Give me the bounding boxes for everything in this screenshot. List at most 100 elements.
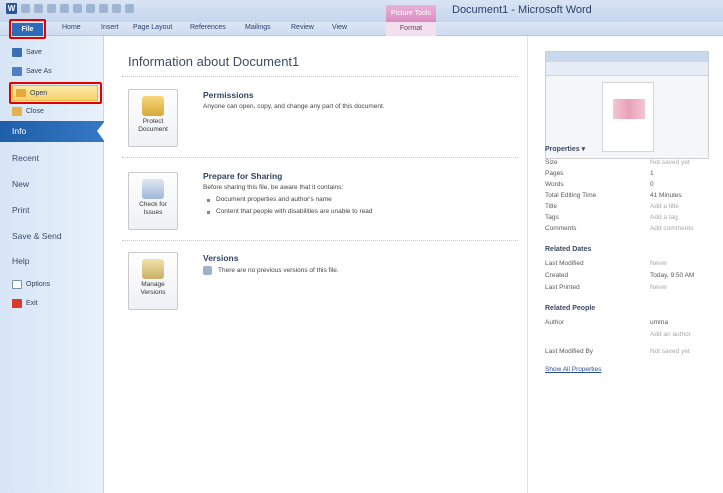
exit-icon xyxy=(12,299,22,308)
sidebar-item-new[interactable]: New xyxy=(12,179,29,189)
related-people-heading: Related People xyxy=(545,305,596,312)
permissions-heading: Permissions xyxy=(203,90,254,100)
undo-icon[interactable] xyxy=(34,4,43,13)
tab-home[interactable]: Home xyxy=(62,24,81,31)
sidebar-item-open[interactable]: Open xyxy=(12,85,98,101)
sidebar-item-info[interactable]: Info xyxy=(0,121,105,142)
sidebar-item-save-send[interactable]: Save & Send xyxy=(12,231,62,241)
tags-field[interactable]: Add a tag xyxy=(650,214,678,221)
thumbnail-picture xyxy=(613,99,645,119)
list-item: Document properties and author's name xyxy=(207,196,332,203)
author-value[interactable]: umma xyxy=(650,319,668,326)
sidebar-item-label: Exit xyxy=(26,300,38,307)
date-value: Today, 9:50 AM xyxy=(650,272,695,279)
bullet-icon xyxy=(207,211,210,214)
thumbnail-titlebar xyxy=(546,52,708,62)
thumbnail-ribbon xyxy=(546,62,708,76)
author-label: Author xyxy=(545,319,565,326)
last-modified-by-value: Not saved yet xyxy=(650,348,690,355)
chevron-down-icon: ▾ xyxy=(581,146,586,153)
tab-file[interactable]: File xyxy=(12,23,43,36)
sharing-heading: Prepare for Sharing xyxy=(203,171,283,181)
date-label: Last Printed xyxy=(545,284,580,291)
word-logo-icon[interactable]: W xyxy=(6,3,17,14)
tab-review[interactable]: Review xyxy=(291,24,314,31)
date-label: Last Modified xyxy=(545,260,584,267)
picture-icon[interactable] xyxy=(112,4,121,13)
sidebar-item-label: Save As xyxy=(26,68,52,75)
sidebar-item-save[interactable]: Save xyxy=(12,48,42,57)
quick-access-toolbar: W xyxy=(6,3,134,14)
versions-text: There are no previous versions of this f… xyxy=(218,267,339,274)
manage-versions-label: Manage Versions xyxy=(140,281,166,296)
sidebar-item-save-as[interactable]: Save As xyxy=(12,67,52,76)
property-label: Comments xyxy=(545,225,577,232)
versions-icon xyxy=(142,259,164,279)
list-item-text: Document properties and author's name xyxy=(216,196,332,203)
comments-field[interactable]: Add comments xyxy=(650,225,693,232)
divider xyxy=(122,157,518,158)
table-icon[interactable] xyxy=(86,4,95,13)
bullet-icon xyxy=(207,199,210,202)
date-value: Never xyxy=(650,284,668,291)
no-versions-icon xyxy=(203,266,212,275)
related-dates-heading: Related Dates xyxy=(545,246,592,253)
sidebar-item-label: Options xyxy=(26,281,51,288)
folder-open-icon xyxy=(16,89,26,97)
save-as-icon xyxy=(12,67,22,76)
new-document-icon[interactable] xyxy=(60,4,69,13)
sidebar-item-exit[interactable]: Exit xyxy=(12,299,38,308)
properties-heading-text: Properties xyxy=(545,146,580,153)
sidebar-item-recent[interactable]: Recent xyxy=(12,153,39,163)
check-for-issues-button[interactable]: Check for Issues xyxy=(128,172,178,230)
picture-tools-group: Picture Tools xyxy=(386,5,436,22)
tab-view[interactable]: View xyxy=(332,24,347,31)
lock-key-icon xyxy=(142,96,164,116)
sidebar-item-label: Save xyxy=(26,49,42,56)
page-title: Information about Document1 xyxy=(128,54,300,69)
tab-page-layout[interactable]: Page Layout xyxy=(133,24,172,31)
permissions-text: Anyone can open, copy, and change any pa… xyxy=(203,103,385,110)
document-thumbnail[interactable] xyxy=(545,51,709,159)
sidebar-item-print[interactable]: Print xyxy=(12,205,29,215)
tab-insert[interactable]: Insert xyxy=(101,24,119,31)
font-icon[interactable] xyxy=(99,4,108,13)
options-icon xyxy=(12,280,22,289)
sidebar-item-options[interactable]: Options xyxy=(12,280,50,289)
tab-format[interactable]: Format xyxy=(386,22,436,36)
print-icon[interactable] xyxy=(73,4,82,13)
property-label: Tags xyxy=(545,214,559,221)
show-all-properties-link[interactable]: Show All Properties xyxy=(545,366,601,373)
property-value: Not saved yet xyxy=(650,159,690,166)
property-label: Title xyxy=(545,203,558,210)
redo-icon[interactable] xyxy=(47,4,56,13)
document-inspect-icon xyxy=(142,179,164,199)
title-bar: W Picture Tools Document1 - Microsoft Wo… xyxy=(0,0,723,22)
title-field[interactable]: Add a title xyxy=(650,203,679,210)
tab-mailings[interactable]: Mailings xyxy=(245,24,271,31)
customize-qat-icon[interactable] xyxy=(125,4,134,13)
property-label: Words xyxy=(545,181,564,188)
save-icon xyxy=(12,48,22,57)
sidebar-item-close[interactable]: Close xyxy=(12,107,44,116)
manage-versions-button[interactable]: Manage Versions xyxy=(128,252,178,310)
save-icon[interactable] xyxy=(21,4,30,13)
properties-heading[interactable]: Properties ▾ xyxy=(545,145,585,153)
sidebar-item-help[interactable]: Help xyxy=(12,256,29,266)
close-document-icon xyxy=(12,107,22,116)
sharing-text: Before sharing this file, be aware that … xyxy=(203,184,344,191)
date-value: Never xyxy=(650,260,668,267)
check-for-issues-label: Check for Issues xyxy=(139,201,167,216)
sidebar-item-label: Open xyxy=(30,89,48,97)
properties-pane: Properties ▾ Size Not saved yet Pages 1 … xyxy=(527,36,723,493)
protect-document-button[interactable]: Protect Document xyxy=(128,89,178,147)
thumbnail-page xyxy=(602,82,654,152)
property-label: Size xyxy=(545,159,558,166)
last-modified-by-label: Last Modified By xyxy=(545,348,594,355)
property-label: Pages xyxy=(545,170,564,177)
add-author-field[interactable]: Add an author xyxy=(650,331,691,338)
backstage-sidebar: Save Save As Open Close Info Recent New … xyxy=(0,36,105,493)
tab-references[interactable]: References xyxy=(190,24,226,31)
sidebar-item-label: Info xyxy=(12,126,27,136)
property-label: Total Editing Time xyxy=(545,192,597,199)
